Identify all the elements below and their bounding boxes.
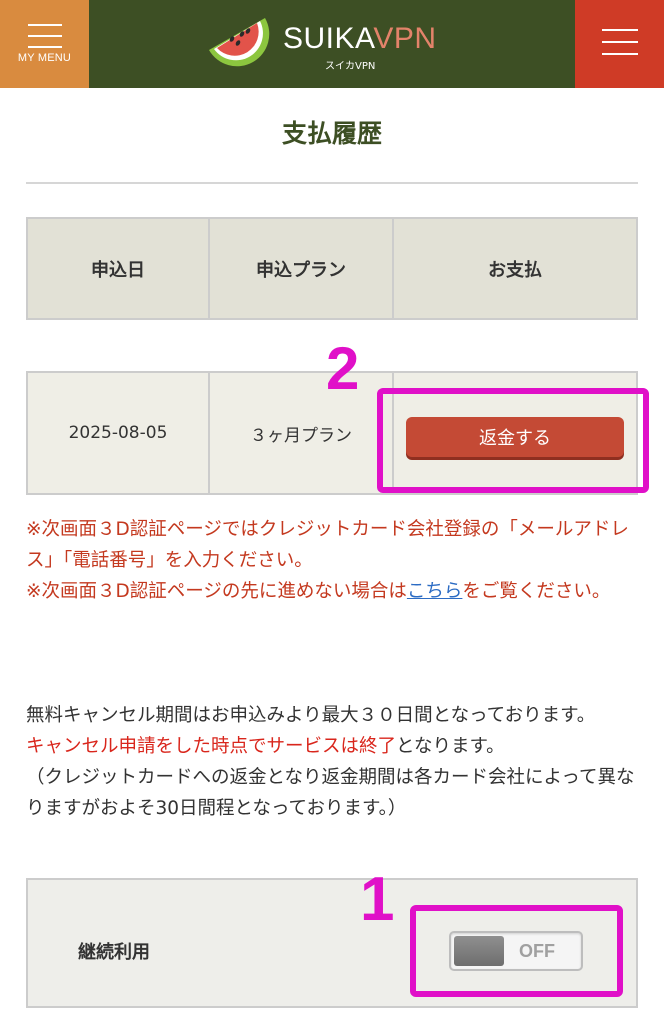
site-logo[interactable]: SUIKAVPN スイカVPN	[205, 12, 465, 76]
logo-wordmark: SUIKAVPN	[283, 22, 437, 56]
watermelon-icon	[209, 18, 270, 67]
payment-notes: ※次画面３D認証ページではクレジットカード会社登録の「メールアドレス」「電話番号…	[26, 514, 638, 607]
site-header: MY MENU SUIKAVPN スイカVPN	[0, 0, 664, 88]
annotation-number-2: 2	[326, 335, 360, 402]
header-date: 申込日	[28, 219, 210, 318]
info-service-end: キャンセル申請をした時点でサービスは終了となります。	[26, 736, 505, 757]
info-refund-period: （クレジットカードへの返金となり返金期間は各カード会社によって異なりますがおよそ…	[26, 767, 635, 819]
annotation-box-2	[377, 388, 649, 493]
page-title: 支払履歴	[281, 119, 382, 148]
payment-table-header: 申込日 申込プラン お支払	[26, 217, 638, 320]
help-link[interactable]: こちら	[407, 581, 463, 602]
my-menu-button[interactable]: MY MENU	[0, 0, 89, 88]
continue-usage-label: 継続利用	[78, 942, 150, 963]
logo-wordmark-accent: VPN	[373, 22, 437, 55]
note-3d-auth-info: ※次画面３D認証ページではクレジットカード会社登録の「メールアドレス」「電話番号…	[26, 519, 629, 571]
my-menu-label: MY MENU	[17, 52, 72, 64]
title-divider	[26, 182, 638, 184]
logo-wordmark-main: SUIKA	[283, 22, 374, 55]
annotation-box-1	[410, 905, 623, 997]
header-payment: お支払	[488, 259, 542, 281]
info-free-cancel-period: 無料キャンセル期間はお申込みより最大３０日間となっております。	[26, 705, 596, 726]
main-menu-button[interactable]	[575, 0, 664, 88]
hamburger-icon	[602, 29, 638, 65]
cancellation-info: 無料キャンセル期間はお申込みより最大３０日間となっております。 キャンセル申請を…	[26, 700, 638, 824]
row-date: 2025-08-05	[28, 373, 210, 493]
annotation-number-1: 1	[360, 865, 395, 934]
note-3d-auth-help: ※次画面３D認証ページの先に進めない場合はこちらをご覧ください。	[26, 581, 611, 602]
row-plan: ３ヶ月プラン	[210, 373, 394, 493]
logo-subtitle: スイカVPN	[325, 61, 376, 72]
header-plan: 申込プラン	[210, 219, 394, 318]
